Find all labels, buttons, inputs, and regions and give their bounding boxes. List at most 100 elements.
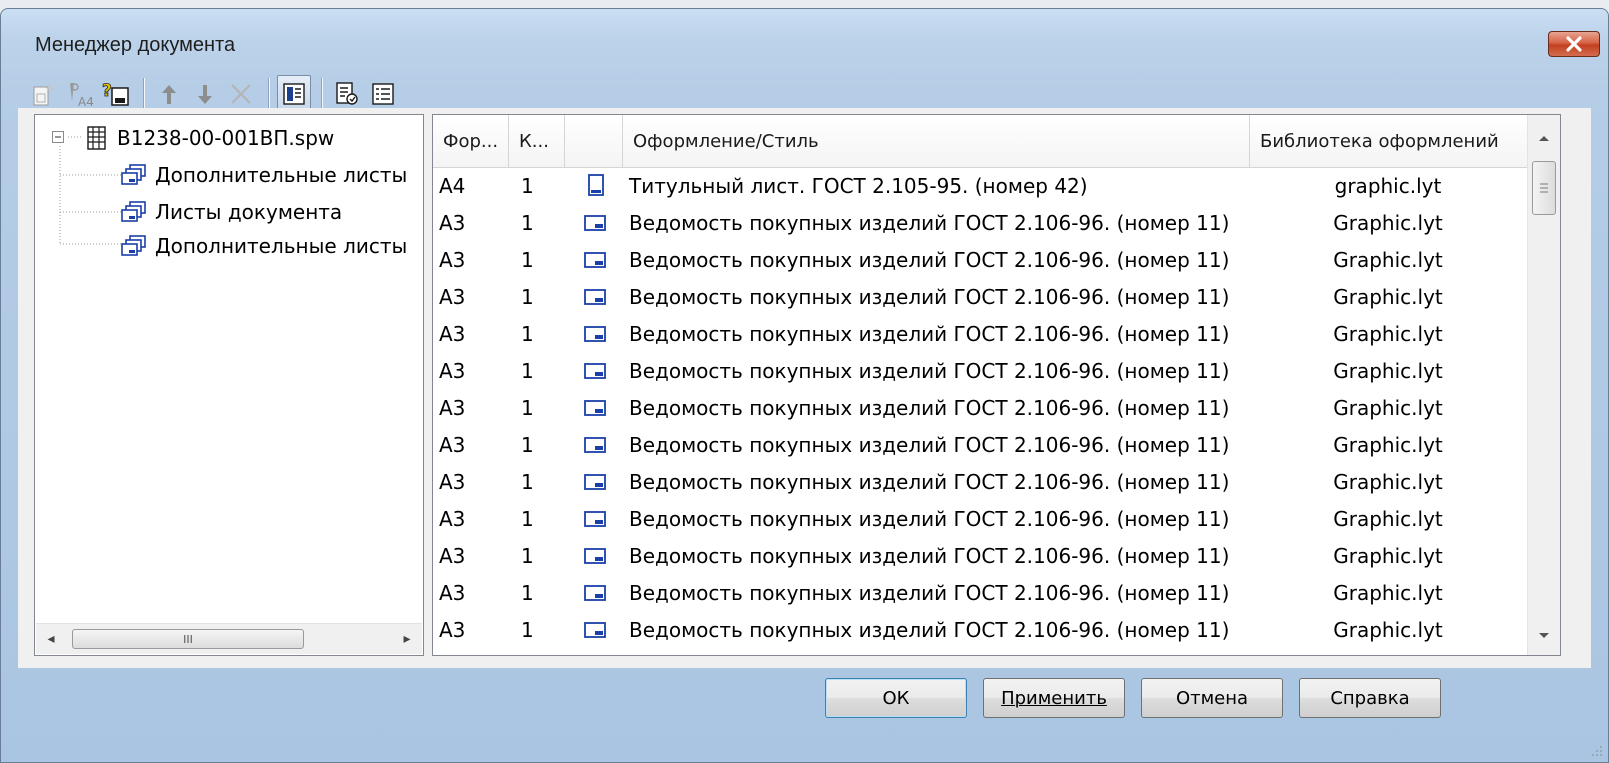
cell-library: Graphic.lyt — [1333, 358, 1443, 383]
apply-button[interactable]: Применить — [983, 678, 1125, 718]
cell-style: Титульный лист. ГОСТ 2.105-95. (номер 42… — [629, 173, 1088, 198]
cell-library: Graphic.lyt — [1333, 247, 1443, 272]
cell-style: Ведомость покупных изделий ГОСТ 2.106-96… — [629, 358, 1230, 383]
resize-grip-icon[interactable] — [1589, 743, 1603, 757]
cell-format: А4 — [439, 173, 466, 198]
scroll-up-icon[interactable] — [1528, 123, 1560, 155]
thumb-grip-icon — [1540, 183, 1548, 193]
arrow-right-icon: ▸ — [403, 631, 411, 647]
tree-item-label: Дополнительные листы — [155, 163, 408, 187]
cell-library: Graphic.lyt — [1333, 543, 1443, 568]
cell-style: Ведомость покупных изделий ГОСТ 2.106-96… — [629, 210, 1230, 235]
table-row[interactable]: А3 1 Ведомость покупных изделий ГОСТ 2.106… — [433, 241, 1528, 278]
tree-horizontal-scrollbar[interactable]: ◂ III ▸ — [36, 623, 422, 654]
cell-orientation — [583, 389, 613, 426]
cell-orientation — [583, 463, 613, 500]
cell-count: 1 — [521, 358, 534, 383]
delete-icon — [231, 84, 251, 104]
landscape-sheet-icon — [584, 214, 606, 231]
column-header-library[interactable]: Библиотека оформлений — [1250, 115, 1528, 167]
cell-style: Ведомость покупных изделий ГОСТ 2.106-96… — [629, 506, 1230, 531]
toolbar-separator — [321, 78, 322, 110]
window-title: Менеджер документа — [35, 34, 236, 56]
landscape-sheet-icon — [584, 473, 606, 490]
cell-count: 1 — [521, 506, 534, 531]
table-row[interactable]: А3 1 Ведомость покупных изделий ГОСТ 2.106… — [433, 574, 1528, 611]
scroll-thumb[interactable]: III — [72, 629, 304, 649]
landscape-sheet-icon — [584, 362, 606, 379]
cell-format: А3 — [439, 506, 466, 531]
ok-button[interactable]: ОК — [825, 678, 967, 718]
title-bar: Менеджер документа — [1, 9, 1608, 71]
cell-style: Ведомость покупных изделий ГОСТ 2.106-96… — [629, 543, 1230, 568]
tree-item-document-sheets[interactable]: Листы документа — [121, 195, 342, 229]
table-row[interactable]: А3 1 Ведомость покупных изделий ГОСТ 2.106… — [433, 463, 1528, 500]
close-icon — [1566, 36, 1582, 52]
spec-document-icon — [87, 126, 106, 150]
vertical-scroll-thumb[interactable] — [1532, 161, 1556, 215]
cell-format: А3 — [439, 247, 466, 272]
column-header-style[interactable]: Оформление/Стиль — [623, 115, 1250, 167]
landscape-sheet-icon — [584, 436, 606, 453]
cell-format: А3 — [439, 358, 466, 383]
cell-orientation — [583, 241, 613, 278]
cell-library: Graphic.lyt — [1333, 580, 1443, 605]
column-header-count[interactable]: К... — [509, 115, 565, 167]
tree-item-root[interactable]: В1238-00-001ВП.spw — [51, 121, 334, 155]
cell-count: 1 — [521, 617, 534, 642]
cell-library: Graphic.lyt — [1333, 321, 1443, 346]
table-row[interactable]: А3 1 Ведомость покупных изделий ГОСТ 2.106… — [433, 315, 1528, 352]
cell-style: Ведомость покупных изделий ГОСТ 2.106-96… — [629, 247, 1230, 272]
table-row[interactable]: А3 1 Ведомость покупных изделий ГОСТ 2.106… — [433, 352, 1528, 389]
sheets-icon — [121, 201, 146, 222]
landscape-sheet-icon — [584, 325, 606, 342]
landscape-sheet-icon — [584, 251, 606, 268]
svg-text:?: ? — [102, 81, 112, 101]
cell-library: Graphic.lyt — [1333, 506, 1443, 531]
landscape-sheet-icon — [584, 399, 606, 416]
table-row[interactable]: А3 1 Ведомость покупных изделий ГОСТ 2.106… — [433, 278, 1528, 315]
table-row[interactable]: А3 1 Ведомость покупных изделий ГОСТ 2.106… — [433, 537, 1528, 574]
cell-library: Graphic.lyt — [1333, 432, 1443, 457]
cell-orientation — [583, 500, 613, 537]
scroll-down-icon[interactable] — [1528, 619, 1560, 651]
column-header-orientation[interactable] — [565, 115, 623, 167]
cell-style: Ведомость покупных изделий ГОСТ 2.106-96… — [629, 284, 1230, 309]
tree-item-additional-sheets-2[interactable]: Дополнительные листы — [121, 229, 407, 263]
table-row[interactable]: А4 1 Титульный лист. ГОСТ 2.105-95. (номер… — [433, 167, 1528, 204]
cancel-button[interactable]: Отмена — [1141, 678, 1283, 718]
cell-library: Graphic.lyt — [1333, 284, 1443, 309]
scroll-right-button[interactable]: ▸ — [392, 624, 422, 654]
scroll-left-button[interactable]: ◂ — [36, 624, 66, 654]
cell-style: Ведомость покупных изделий ГОСТ 2.106-96… — [629, 469, 1230, 494]
close-button[interactable] — [1548, 31, 1600, 57]
cell-orientation — [583, 426, 613, 463]
cell-orientation — [583, 278, 613, 315]
toolbar-separator — [143, 78, 144, 110]
cell-count: 1 — [521, 543, 534, 568]
table-row[interactable]: А3 1 Ведомость покупных изделий ГОСТ 2.106… — [433, 611, 1528, 648]
cell-count: 1 — [521, 321, 534, 346]
format-a4-icon: A4 — [70, 83, 94, 109]
cell-count: 1 — [521, 469, 534, 494]
table-row[interactable]: А3 1 Ведомость покупных изделий ГОСТ 2.106… — [433, 389, 1528, 426]
tree-item-label: Листы документа — [155, 200, 343, 224]
cell-format: А3 — [439, 284, 466, 309]
cell-style: Ведомость покупных изделий ГОСТ 2.106-96… — [629, 395, 1230, 420]
cell-format: А3 — [439, 617, 466, 642]
column-header-format[interactable]: Фор... — [433, 115, 509, 167]
cell-orientation — [583, 611, 613, 648]
cell-format: А3 — [439, 321, 466, 346]
sheet-properties-icon: ? — [102, 81, 129, 106]
landscape-sheet-icon — [584, 621, 606, 638]
help-button[interactable]: Справка — [1299, 678, 1441, 718]
toolbar-separator — [268, 78, 269, 110]
tree-item-additional-sheets[interactable]: Дополнительные листы — [121, 158, 407, 192]
table-row[interactable]: А3 1 Ведомость покупных изделий ГОСТ 2.106… — [433, 500, 1528, 537]
collapse-icon[interactable] — [51, 130, 67, 146]
table-vertical-scrollbar[interactable] — [1527, 115, 1560, 655]
table-row[interactable]: А3 1 Ведомость покупных изделий ГОСТ 2.106… — [433, 426, 1528, 463]
cell-count: 1 — [521, 247, 534, 272]
cell-library: Graphic.lyt — [1333, 469, 1443, 494]
table-row[interactable]: А3 1 Ведомость покупных изделий ГОСТ 2.106… — [433, 204, 1528, 241]
